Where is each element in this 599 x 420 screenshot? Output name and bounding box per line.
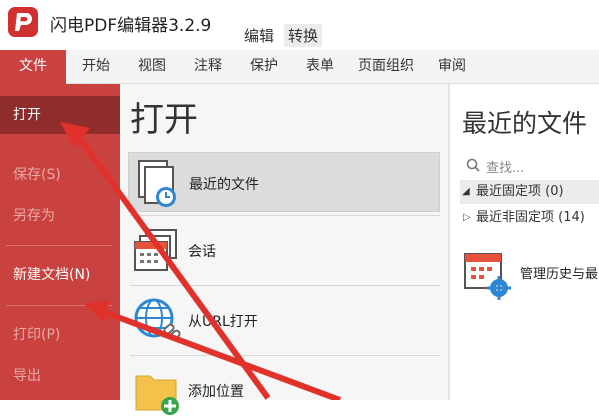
annotation-arrow-head bbox=[84, 300, 110, 322]
annotation-arrow-line bbox=[75, 134, 271, 400]
annotation-arrows bbox=[60, 122, 342, 400]
annotation-arrow-line bbox=[102, 309, 342, 400]
